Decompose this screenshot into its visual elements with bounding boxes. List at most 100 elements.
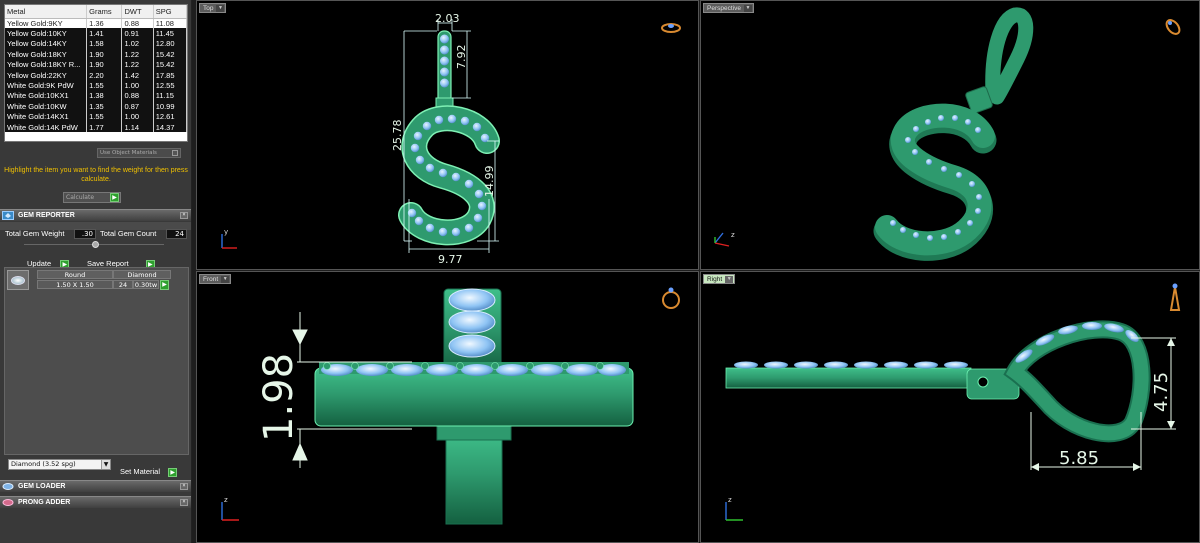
- viewport-title: Front: [203, 276, 219, 283]
- table-row[interactable]: White Gold:9K PdW 1.55 1.00 12.55: [5, 80, 187, 91]
- table-cell: 14.37: [153, 121, 187, 133]
- table-cell: 0.91: [121, 28, 154, 39]
- dim-bail-height-right: 4.75: [1151, 372, 1172, 412]
- col-metal[interactable]: Metal: [5, 5, 88, 19]
- matrix-app: Metal Grams DWT SPG Yellow Gold:9KY 1.36 0…: [0, 0, 1200, 543]
- collapse-icon[interactable]: ×: [180, 499, 188, 506]
- svg-text:y: y: [224, 228, 228, 236]
- col-dwt[interactable]: DWT: [121, 5, 154, 19]
- table-cell: 1.35: [86, 101, 123, 112]
- ring-widget-icon[interactable]: [1169, 283, 1181, 311]
- table-cell: 1.58: [86, 38, 123, 50]
- table-cell: 15.42: [153, 59, 187, 70]
- top-view-canvas: 2.03 7.92 25.78 14.99 9.77 y: [221, 12, 681, 266]
- table-row[interactable]: White Gold:10KX1 1.38 0.88 11.15: [5, 90, 187, 102]
- right-side-gems: [734, 361, 968, 369]
- gem-row-arrow-icon[interactable]: ▶: [160, 280, 169, 290]
- viewport-top[interactable]: 2.03 7.92 25.78 14.99 9.77 y Top ▼: [196, 0, 699, 270]
- perspective-bail: [985, 7, 1034, 105]
- table-cell: 1.90: [86, 49, 123, 60]
- dim-total-height: 25.78: [391, 120, 404, 152]
- prong-adder-title: PRONG ADDER: [18, 499, 71, 506]
- collapse-icon[interactable]: ×: [180, 212, 188, 219]
- table-cell: Yellow Gold:22KY: [5, 69, 88, 81]
- col-spg[interactable]: SPG: [153, 5, 187, 19]
- front-view-canvas: 1.98 z: [221, 287, 680, 525]
- front-bail-lower: [445, 431, 503, 525]
- table-cell: 0.88: [121, 18, 154, 29]
- table-row[interactable]: Yellow Gold:18KY 1.90 1.22 15.42: [5, 49, 187, 60]
- viewport-perspective[interactable]: z Perspective ▼: [700, 0, 1200, 270]
- right-view-canvas: 4.75 5.85 z: [725, 283, 1181, 521]
- calculate-label: Calculate: [66, 194, 95, 201]
- axis-icon: z: [725, 496, 743, 521]
- left-panel: Metal Grams DWT SPG Yellow Gold:9KY 1.36 0…: [0, 0, 192, 543]
- collapse-icon[interactable]: ×: [180, 483, 188, 490]
- table-cell: 0.88: [121, 90, 154, 102]
- viewport-label-perspective[interactable]: Perspective ▼: [703, 3, 754, 13]
- table-cell: 1.22: [121, 49, 154, 60]
- go-arrow-icon[interactable]: ▶: [110, 193, 119, 202]
- svg-text:z: z: [731, 231, 735, 239]
- table-cell: Yellow Gold:18KY R...: [5, 59, 88, 70]
- set-material-arrow-icon[interactable]: ▶: [168, 468, 178, 477]
- chevron-down-icon[interactable]: ▼: [216, 5, 225, 12]
- use-object-materials-label: Use Object Materials: [100, 150, 157, 156]
- table-cell: 11.08: [153, 18, 187, 29]
- gem-count: 24: [113, 280, 133, 289]
- prong-adder-header[interactable]: PRONG ADDER ×: [0, 496, 191, 508]
- dim-thickness: 1.98: [256, 353, 302, 442]
- checkbox-icon[interactable]: [172, 150, 178, 156]
- viewport-label-front[interactable]: Front ▼: [199, 274, 232, 284]
- axis-icon: z: [221, 496, 239, 521]
- table-cell: 1.90: [86, 59, 123, 70]
- chevron-down-icon[interactable]: ▼: [101, 460, 110, 469]
- metal-weight-table[interactable]: Metal Grams DWT SPG Yellow Gold:9KY 1.36 0…: [4, 4, 188, 142]
- gem-type-header: Diamond: [113, 270, 171, 279]
- material-select[interactable]: Diamond (3.52 spg) ▼: [8, 459, 111, 470]
- front-pendant-body: [314, 367, 634, 427]
- table-cell: 2.20: [86, 69, 123, 81]
- viewport-label-top[interactable]: Top ▼: [199, 3, 227, 13]
- calculate-button[interactable]: Calculate ▶: [63, 192, 121, 203]
- axis-icon: y: [221, 228, 237, 249]
- use-object-materials-checkbox[interactable]: Use Object Materials: [97, 148, 181, 158]
- ring-widget-icon[interactable]: [662, 287, 680, 309]
- table-cell: Yellow Gold:9KY: [5, 18, 88, 29]
- gem-list[interactable]: Round Diamond 1.50 X 1.50 24 0.30tw ▶: [4, 267, 189, 455]
- chevron-down-icon[interactable]: ▼: [221, 276, 230, 283]
- table-row[interactable]: White Gold:10KW 1.35 0.87 10.99: [5, 101, 187, 112]
- table-cell: Yellow Gold:10KY: [5, 28, 88, 39]
- table-cell: White Gold:9K PdW: [5, 80, 88, 91]
- viewport-right[interactable]: 4.75 5.85 z Right ▼: [700, 271, 1200, 543]
- table-cell: Yellow Gold:18KY: [5, 49, 88, 60]
- dim-s-height: 14.99: [483, 166, 496, 198]
- gem-reporter-header[interactable]: GEM REPORTER ×: [0, 209, 191, 221]
- table-row[interactable]: White Gold:14KX1 1.55 1.00 12.61: [5, 111, 187, 122]
- report-slider-handle[interactable]: [92, 241, 99, 248]
- table-row[interactable]: Yellow Gold:22KY 2.20 1.42 17.85: [5, 69, 187, 81]
- table-cell: 1.36: [86, 18, 123, 29]
- chevron-down-icon[interactable]: ▼: [743, 5, 752, 12]
- table-cell: 1.14: [121, 121, 154, 133]
- table-row[interactable]: Yellow Gold:9KY 1.36 0.88 11.08: [5, 18, 187, 29]
- ring-widget-icon[interactable]: [1164, 18, 1182, 37]
- gem-loader-header[interactable]: GEM LOADER ×: [0, 480, 191, 492]
- set-material-button[interactable]: Set Material ▶: [120, 459, 178, 478]
- table-row[interactable]: White Gold:14K PdW 1.77 1.14 14.37: [5, 121, 187, 133]
- chevron-down-icon[interactable]: ▼: [725, 276, 734, 283]
- front-bail-gems: [448, 288, 496, 358]
- table-cell: White Gold:14K PdW: [5, 121, 88, 133]
- col-grams[interactable]: Grams: [86, 5, 123, 19]
- viewport-front[interactable]: 1.98 z Front ▼: [196, 271, 699, 543]
- table-cell: 1.38: [86, 90, 123, 102]
- viewport-label-right[interactable]: Right ▼: [703, 274, 736, 284]
- table-row[interactable]: Yellow Gold:14KY 1.58 1.02 12.80: [5, 38, 187, 50]
- total-gem-count-label: Total Gem Count: [100, 229, 157, 238]
- table-row[interactable]: Yellow Gold:10KY 1.41 0.91 11.45: [5, 28, 187, 39]
- table-cell: 1.00: [121, 80, 154, 91]
- table-row[interactable]: Yellow Gold:18KY R... 1.90 1.22 15.42: [5, 59, 187, 70]
- ring-widget-icon[interactable]: [661, 23, 681, 33]
- front-gems-row: [321, 364, 626, 376]
- gem-size: 1.50 X 1.50: [37, 280, 113, 289]
